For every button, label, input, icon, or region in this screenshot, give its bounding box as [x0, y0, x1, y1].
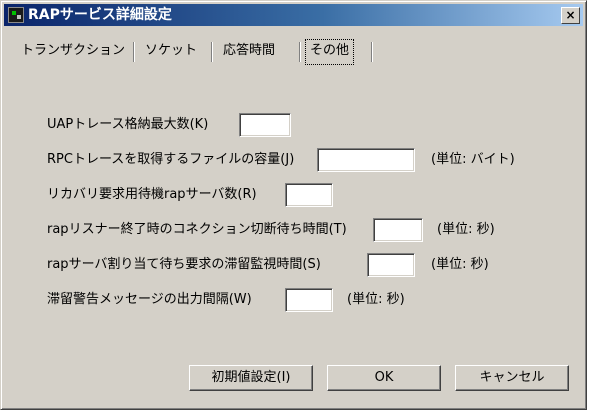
- rpc-trace-size-label: RPCトレースを取得するファイルの容量(J): [47, 152, 295, 167]
- listener-disconnect-input[interactable]: [373, 218, 423, 242]
- queue-monitor-label: rapサーバ割り当て待ち要求の滞留監視時間(S): [47, 257, 321, 272]
- defaults-button[interactable]: 初期値設定(I): [189, 365, 313, 391]
- uap-trace-input[interactable]: [239, 113, 291, 137]
- tab-divider: [299, 42, 301, 62]
- dialog-window: RAPサービス詳細設定 × トランザクション ソケット 応答時間 その他 UAP…: [0, 0, 587, 410]
- queue-monitor-input[interactable]: [367, 253, 415, 277]
- app-icon: [8, 7, 24, 23]
- tab-response-time[interactable]: 応答時間: [223, 39, 275, 63]
- ok-button[interactable]: OK: [327, 365, 441, 391]
- tab-transaction[interactable]: トランザクション: [21, 39, 125, 63]
- cancel-button[interactable]: キャンセル: [455, 365, 569, 391]
- tab-divider: [133, 42, 135, 62]
- listener-disconnect-label: rapリスナー終了時のコネクション切断待ち時間(T): [47, 222, 347, 237]
- queue-monitor-unit: (単位: 秒): [431, 257, 489, 272]
- uap-trace-label: UAPトレース格納最大数(K): [47, 117, 209, 132]
- warning-interval-label: 滞留警告メッセージの出力間隔(W): [47, 292, 252, 307]
- tab-divider: [211, 42, 213, 62]
- warning-interval-input[interactable]: [285, 288, 333, 312]
- listener-disconnect-unit: (単位: 秒): [437, 222, 495, 237]
- warning-interval-unit: (単位: 秒): [347, 292, 405, 307]
- tab-bar: トランザクション ソケット 応答時間 その他: [21, 39, 541, 65]
- tab-divider: [371, 42, 373, 62]
- tab-other[interactable]: その他: [305, 39, 355, 65]
- rpc-trace-size-input[interactable]: [317, 148, 415, 172]
- window-title: RAPサービス詳細設定: [28, 7, 172, 23]
- recovery-servers-label: リカバリ要求用待機rapサーバ数(R): [47, 187, 257, 202]
- close-button[interactable]: ×: [561, 7, 580, 24]
- rpc-trace-size-unit: (単位: バイト): [431, 152, 515, 167]
- tab-socket[interactable]: ソケット: [145, 39, 197, 63]
- title-bar[interactable]: RAPサービス詳細設定 ×: [4, 4, 583, 26]
- recovery-servers-input[interactable]: [285, 183, 333, 207]
